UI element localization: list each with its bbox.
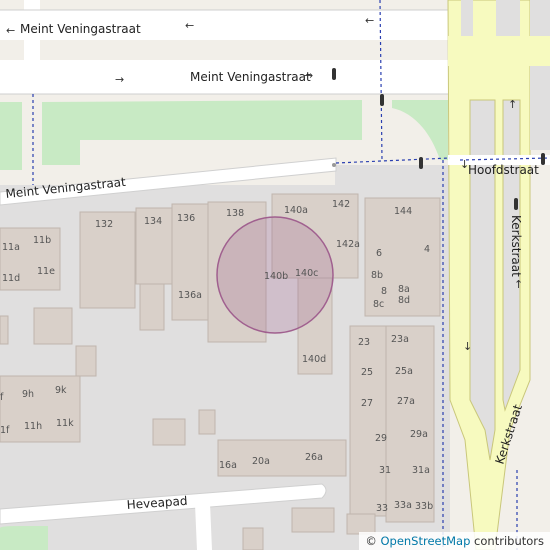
svg-text:142: 142 [332,199,350,210]
svg-text:↓: ↓ [463,340,472,353]
svg-text:6: 6 [376,248,382,259]
street-label-kerkstraat-upper: Kerkstraat [509,215,523,277]
svg-text:11d: 11d [2,273,20,284]
svg-text:25: 25 [361,367,373,378]
svg-text:23: 23 [358,337,370,348]
oneway-arrow-icon: → [115,73,124,86]
svg-text:132: 132 [95,219,113,230]
street-label-hoofdstraat: Hoofdstraat [468,163,539,177]
svg-text:1f: 1f [0,425,10,436]
street-label-meint-top: Meint Veningastraat [20,22,141,36]
svg-text:8c: 8c [373,299,384,310]
svg-text:↑: ↑ [508,98,517,111]
svg-text:8b: 8b [371,270,383,281]
svg-text:136a: 136a [178,290,202,301]
svg-text:140d: 140d [302,354,326,365]
map-attribution: © OpenStreetMap contributors [359,532,550,550]
svg-text:20a: 20a [252,456,270,467]
svg-text:140a: 140a [284,205,308,216]
svg-text:↑: ↑ [514,278,523,291]
svg-text:11a: 11a [2,242,20,253]
svg-text:29: 29 [375,433,387,444]
svg-text:138: 138 [226,208,244,219]
road-path [195,503,212,550]
svg-text:140c: 140c [295,268,318,279]
svg-text:9k: 9k [55,385,67,396]
svg-text:26a: 26a [305,452,323,463]
svg-text:144: 144 [394,206,412,217]
svg-text:142a: 142a [336,239,360,250]
residential-area [335,165,450,190]
attribution-suffix: contributors [470,534,544,548]
svg-text:23a: 23a [391,334,409,345]
oneway-arrow-icon: ← [365,14,374,27]
oneway-arrow-icon: → [304,69,313,82]
map-view[interactable]: Meint Veningastraat ← ← ← → Meint Vening… [0,0,550,550]
svg-text:4: 4 [424,244,430,255]
svg-text:16a: 16a [219,460,237,471]
svg-text:140b: 140b [264,271,288,282]
svg-text:9h: 9h [22,389,34,400]
street-label-meint-middle: Meint Veningastraat [190,70,311,84]
oneway-arrow-icon: ← [6,24,15,37]
attribution-link[interactable]: OpenStreetMap [380,534,470,548]
svg-text:134: 134 [144,216,162,227]
svg-text:136: 136 [177,213,195,224]
svg-text:8: 8 [381,286,387,297]
svg-text:11e: 11e [37,266,55,277]
svg-text:11k: 11k [56,418,74,429]
svg-text:25a: 25a [395,366,413,377]
svg-text:11b: 11b [33,235,51,246]
grass-area [0,102,22,170]
svg-text:31a: 31a [412,465,430,476]
svg-text:↓: ↓ [460,158,469,171]
svg-text:29a: 29a [410,429,428,440]
svg-text:27a: 27a [397,396,415,407]
svg-text:33a: 33a [394,500,412,511]
svg-text:8d: 8d [398,295,410,306]
grass-area [0,526,48,550]
svg-text:33b: 33b [415,501,433,512]
svg-text:27: 27 [361,398,373,409]
svg-text:31: 31 [379,465,391,476]
oneway-arrow-icon: ← [185,19,194,32]
svg-text:8a: 8a [398,284,410,295]
svg-text:33: 33 [376,503,388,514]
map-canvas: Meint Veningastraat ← ← ← → Meint Vening… [0,0,550,550]
svg-text:11h: 11h [24,421,42,432]
attribution-prefix: © [365,534,381,548]
